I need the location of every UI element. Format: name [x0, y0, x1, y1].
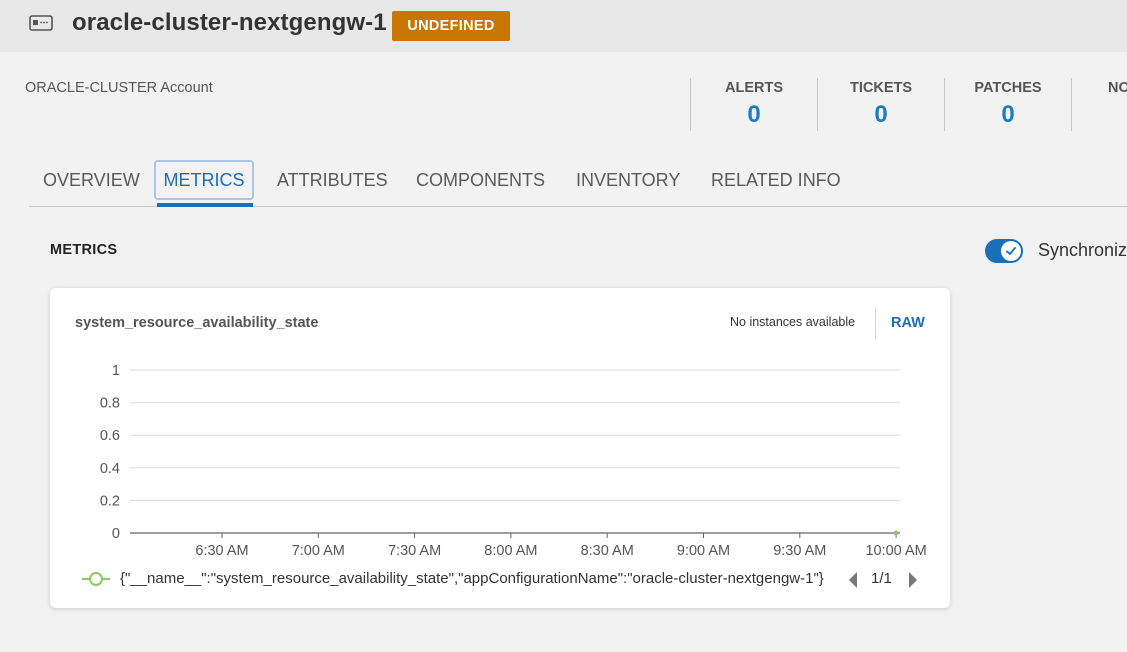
data-point	[893, 530, 899, 536]
x-tick-label: 8:30 AM	[581, 543, 634, 559]
active-tab-indicator	[157, 203, 253, 207]
y-tick-label: 0.4	[100, 461, 120, 477]
series-marker-icon	[82, 572, 110, 586]
no-instances-text: No instances available	[730, 315, 856, 329]
x-tick-label: 9:00 AM	[677, 543, 730, 559]
page-title: oracle-cluster-nextgengw-1	[72, 9, 387, 36]
x-tick-label: 8:00 AM	[484, 543, 537, 559]
metric-title: system_resource_availability_state	[75, 315, 319, 331]
tab-attributes[interactable]: ATTRIBUTES	[277, 155, 388, 205]
section-title: METRICS	[50, 242, 118, 258]
tab-related-info[interactable]: RELATED INFO	[711, 155, 841, 205]
tab-bar: OVERVIEW METRICS ATTRIBUTES COMPONENTS I…	[29, 155, 1127, 207]
tab-components[interactable]: COMPONENTS	[416, 155, 545, 205]
y-tick-label: 0.6	[100, 428, 120, 444]
y-tick-label: 0.2	[100, 493, 120, 509]
stat-patches-value[interactable]: 0	[945, 101, 1071, 129]
status-badge: UNDEFINED	[392, 11, 510, 41]
stat-patches-label: PATCHES	[974, 80, 1042, 96]
stat-divider	[1071, 78, 1072, 131]
x-tick-label: 10:00 AM	[865, 543, 926, 559]
x-tick-label: 6:30 AM	[195, 543, 248, 559]
stat-tickets-label: TICKETS	[849, 80, 913, 96]
card-divider	[875, 308, 876, 339]
y-tick-label: 0.8	[100, 396, 120, 412]
metric-card: system_resource_availability_state No in…	[50, 288, 950, 608]
chevron-left-icon[interactable]	[846, 571, 860, 589]
y-tick-label: 1	[112, 363, 120, 379]
stat-alerts-value[interactable]: 0	[691, 101, 817, 129]
synchronize-label: Synchronize	[1038, 240, 1127, 260]
stat-notes-label: NO	[1108, 80, 1127, 96]
tab-overview[interactable]: OVERVIEW	[43, 155, 140, 205]
metric-chart: 1 0.8 0.6 0.4 0.2 0 6:30 AM 7:00 AM 7:30 AM 8:00 …	[100, 363, 927, 559]
raw-button[interactable]: RAW	[891, 315, 925, 331]
synchronize-toggle[interactable]	[985, 239, 1023, 263]
tab-inventory[interactable]: INVENTORY	[576, 155, 680, 205]
legend-pager: 1/1	[871, 570, 892, 587]
legend-series-label[interactable]: {"__name__":"system_resource_availabilit…	[120, 570, 866, 587]
tab-metrics[interactable]: METRICS	[154, 160, 254, 200]
stat-tickets-value[interactable]: 0	[818, 101, 944, 129]
x-tick-label: 7:00 AM	[292, 543, 345, 559]
stat-alerts-label: ALERTS	[725, 80, 783, 96]
x-tick-label: 9:30 AM	[773, 543, 826, 559]
device-icon	[29, 15, 53, 31]
y-tick-label: 0	[112, 526, 120, 542]
chevron-right-icon[interactable]	[906, 571, 920, 589]
check-icon	[1001, 241, 1021, 261]
title-bar: oracle-cluster-nextgengw-1 UNDEFINED	[0, 0, 1127, 52]
x-tick-label: 7:30 AM	[388, 543, 441, 559]
chart-legend: {"__name__":"system_resource_availabilit…	[80, 568, 930, 592]
account-label: ORACLE-CLUSTER Account	[25, 80, 213, 96]
